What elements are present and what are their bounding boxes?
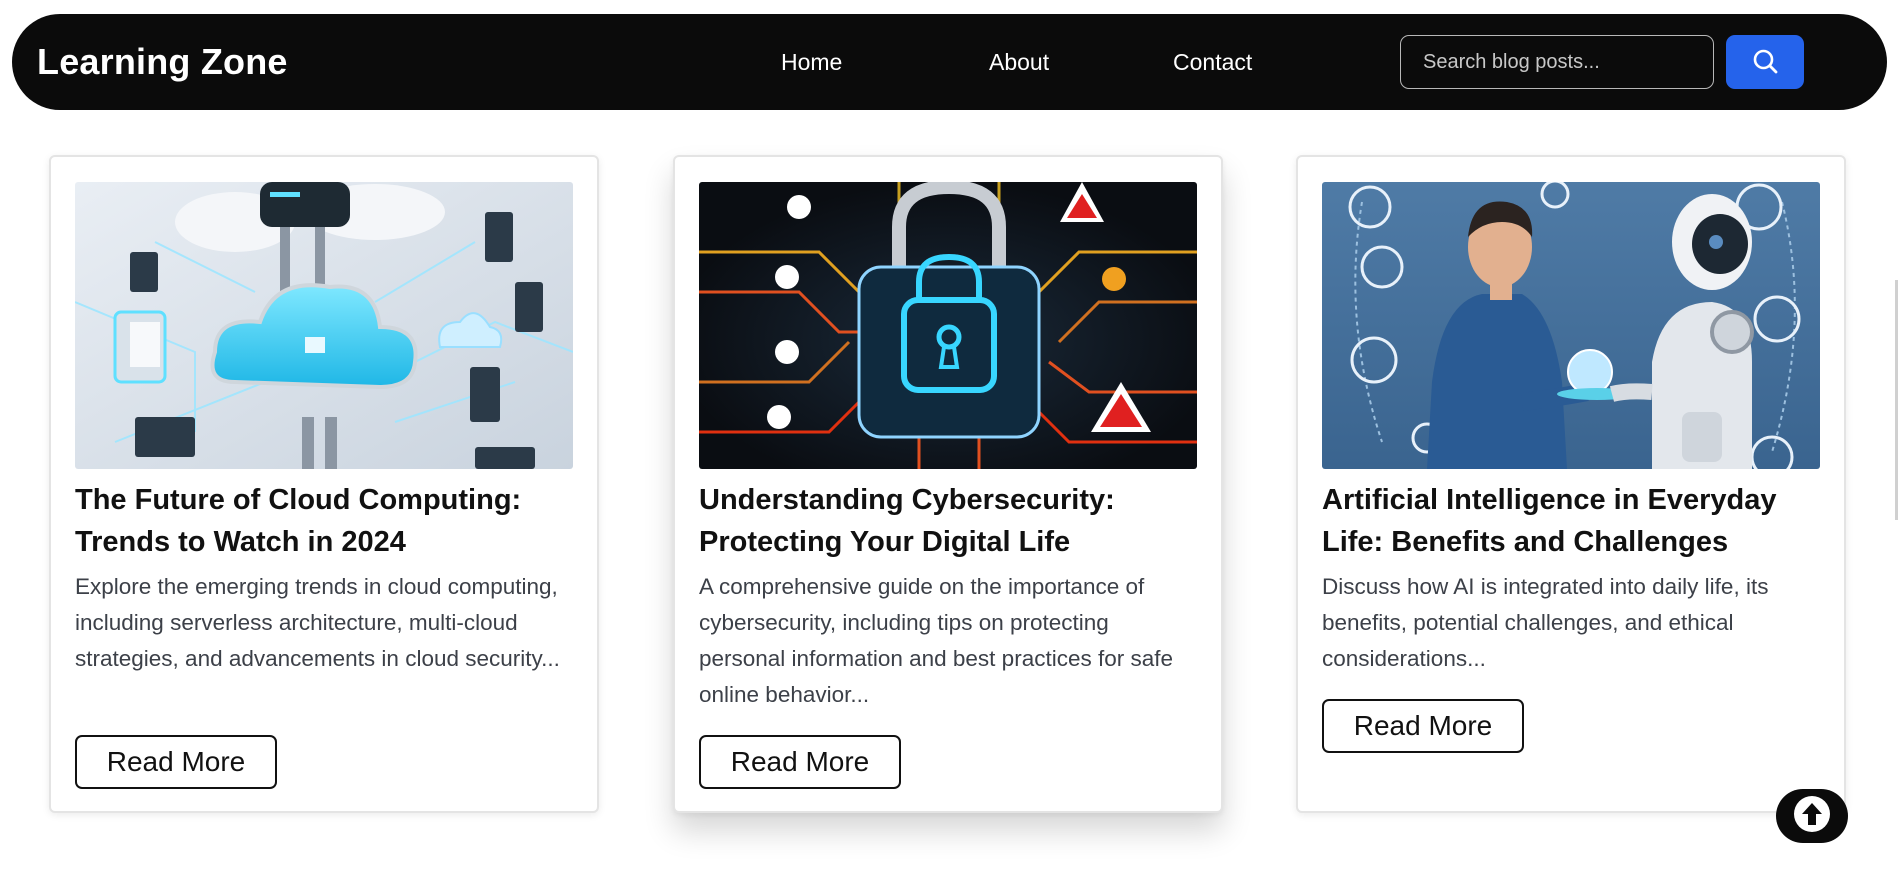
blog-card-cybersecurity: Understanding Cybersecurity: Protecting … <box>673 155 1223 813</box>
ai-everyday-life-image <box>1322 182 1820 469</box>
read-more-button[interactable]: Read More <box>75 735 277 789</box>
cloud-computing-image <box>75 182 573 469</box>
blog-card-ai: Artificial Intelligence in Everyday Life… <box>1296 155 1846 813</box>
search-icon <box>1751 47 1779 78</box>
post-excerpt: Explore the emerging trends in cloud com… <box>75 574 560 671</box>
nav-link-home[interactable]: Home <box>781 14 842 110</box>
post-title[interactable]: The Future of Cloud Computing: Trends to… <box>75 479 585 563</box>
read-more-button[interactable]: Read More <box>1322 699 1524 753</box>
nav-link-contact[interactable]: Contact <box>1173 14 1252 110</box>
top-navbar: Learning Zone Home About Contact <box>12 14 1887 110</box>
post-title[interactable]: Artificial Intelligence in Everyday Life… <box>1322 479 1832 563</box>
search-input[interactable] <box>1400 35 1714 89</box>
post-excerpt: Discuss how AI is integrated into daily … <box>1322 574 1769 671</box>
read-more-button[interactable]: Read More <box>699 735 901 789</box>
post-title[interactable]: Understanding Cybersecurity: Protecting … <box>699 479 1209 563</box>
post-excerpt: A comprehensive guide on the importance … <box>699 574 1174 707</box>
arrow-up-icon <box>1792 794 1832 839</box>
blog-card-cloud: The Future of Cloud Computing: Trends to… <box>49 155 599 813</box>
cybersecurity-image <box>699 182 1197 469</box>
search-button[interactable] <box>1726 35 1804 89</box>
nav-link-about[interactable]: About <box>989 14 1049 110</box>
brand-logo-text[interactable]: Learning Zone <box>37 14 288 110</box>
back-to-top-button[interactable] <box>1776 789 1848 843</box>
